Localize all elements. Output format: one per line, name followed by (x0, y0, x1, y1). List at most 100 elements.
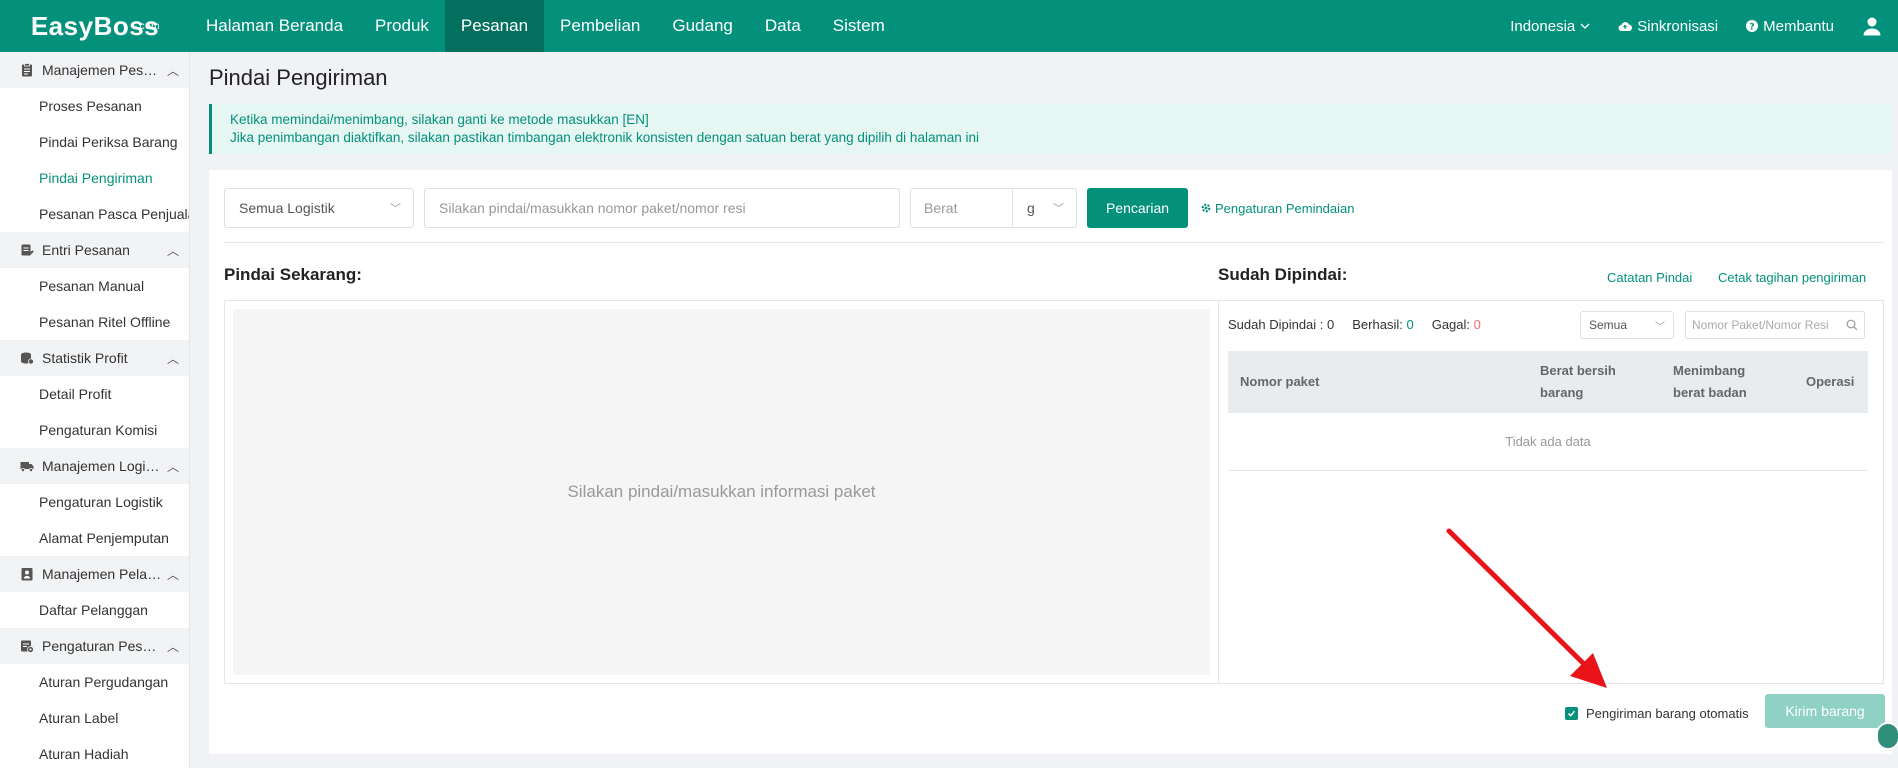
logo-sup: .com (136, 20, 160, 32)
chevron-up-icon: ︿ (166, 639, 179, 654)
stat-scanned: Sudah Dipindai : 0 (1228, 317, 1334, 332)
chevron-up-icon: ︿ (166, 567, 179, 582)
sidebar-item-logistics-settings[interactable]: Pengaturan Logistik (0, 484, 189, 520)
sidebar-group-order-settings[interactable]: Pengaturan Pesanan ︿ (0, 628, 189, 664)
notice-line-2: Jika penimbangan diaktifkan, silakan pas… (230, 130, 979, 145)
assistant-avatar-icon[interactable] (1876, 722, 1898, 750)
scan-package-placeholder: Silakan pindai/masukkan nomor paket/nomo… (439, 200, 746, 216)
language-label: Indonesia (1510, 17, 1576, 35)
scan-stats: Sudah Dipindai : 0 Berhasil: 0 Gagal: 0 (1228, 317, 1481, 332)
nav-orders[interactable]: Pesanan (444, 0, 545, 52)
sidebar-group-label: Pengaturan Pesanan (42, 638, 163, 654)
main-content: Pindai Pengiriman Ketika memindai/menimb… (190, 52, 1898, 768)
checkbox-checked-icon (1565, 706, 1578, 720)
ship-goods-button[interactable]: Kirim barang (1765, 694, 1885, 728)
package-search-input[interactable]: Nomor Paket/Nomor Resi (1685, 311, 1865, 339)
sidebar-item-manual-orders[interactable]: Pesanan Manual (0, 268, 189, 304)
scan-log-link[interactable]: Catatan Pindai (1607, 270, 1692, 285)
scan-notice-banner: Ketika memindai/menimbang, silakan ganti… (209, 104, 1892, 154)
chevron-down-icon: ﹀ (1655, 321, 1665, 333)
user-icon[interactable] (1862, 16, 1882, 36)
scan-package-input[interactable]: Silakan pindai/masukkan nomor paket/nomo… (424, 188, 900, 228)
order-settings-icon (21, 640, 34, 653)
col-weighed-weight: Menimbang berat badan (1673, 363, 1747, 400)
sidebar-item-commission-settings[interactable]: Pengaturan Komisi (0, 412, 189, 448)
chevron-down-icon: ﹀ (390, 203, 401, 215)
clipboard-icon (22, 63, 32, 77)
weight-input-group: Berat g ﹀ (910, 188, 1077, 228)
easyboss-logo[interactable]: EasyBoss .com (0, 11, 190, 42)
auto-ship-label: Pengiriman barang otomatis (1586, 705, 1749, 721)
language-selector[interactable]: Indonesia (1510, 18, 1590, 35)
nav-products[interactable]: Produk (359, 0, 445, 52)
scan-settings-link[interactable]: Pengaturan Pemindaian (1200, 188, 1355, 228)
chevron-up-icon: ︿ (166, 351, 179, 366)
help-circle-icon: ? (1746, 20, 1759, 33)
sidebar-item-profit-detail[interactable]: Detail Profit (0, 376, 189, 412)
stat-fail: Gagal: 0 (1432, 317, 1481, 332)
nav-data[interactable]: Data (749, 0, 817, 52)
sidebar-item-after-sales-orders[interactable]: Pesanan Pasca Penjualan (0, 196, 189, 232)
sidebar-group-logistics-management[interactable]: Manajemen Logistik ︿ (0, 448, 189, 484)
sidebar-item-process-orders[interactable]: Proses Pesanan (0, 88, 189, 124)
stat-scanned-label: Sudah Dipindai : (1228, 317, 1324, 332)
sidebar-item-label-rules[interactable]: Aturan Label (0, 700, 189, 736)
gear-icon (1201, 203, 1211, 213)
auto-ship-checkbox[interactable]: Pengiriman barang otomatis (1565, 698, 1749, 728)
package-search-placeholder: Nomor Paket/Nomor Resi (1692, 318, 1829, 332)
truck-icon (20, 462, 34, 472)
sidebar-group-label: Statistik Profit (42, 350, 128, 366)
help-button[interactable]: ? Membantu (1746, 18, 1834, 35)
page-title: Pindai Pengiriman (209, 65, 388, 90)
nav-warehouse[interactable]: Gudang (656, 0, 749, 52)
cloud-upload-icon (1618, 22, 1633, 32)
status-filter-select[interactable]: Semua ﹀ (1580, 311, 1674, 339)
sidebar-item-warehousing-rules[interactable]: Aturan Pergudangan (0, 664, 189, 700)
search-icon (1846, 319, 1858, 331)
chevron-up-icon: ︿ (166, 243, 179, 258)
nav-purchasing[interactable]: Pembelian (544, 0, 656, 52)
help-label: Membantu (1763, 17, 1834, 35)
scan-now-placeholder: Silakan pindai/masukkan informasi paket (233, 309, 1210, 675)
sidebar-group-label: Entri Pesanan (42, 242, 130, 258)
scanned-panel: Sudah Dipindai : 0 Berhasil: 0 Gagal: 0 … (1218, 300, 1884, 684)
sidebar-group-label: Manajemen Pesanan (42, 62, 163, 78)
sidebar: Manajemen Pesanan ︿ Proses Pesanan Pinda… (0, 52, 190, 768)
logistics-select-value: Semua Logistik (239, 200, 335, 216)
print-shipping-bill-link[interactable]: Cetak tagihan pengiriman (1718, 270, 1866, 285)
weight-unit-select[interactable]: g (1013, 200, 1035, 216)
sidebar-item-offline-retail-orders[interactable]: Pesanan Ritel Offline (0, 304, 189, 340)
top-right-actions: Indonesia Sinkronisasi ? Membantu (1510, 0, 1898, 52)
status-filter-value: Semua (1589, 318, 1628, 332)
stat-success-value: 0 (1406, 317, 1414, 332)
chevron-up-icon: ︿ (166, 459, 179, 474)
search-button[interactable]: Pencarian (1087, 188, 1188, 228)
sidebar-group-order-management[interactable]: Manajemen Pesanan ︿ (0, 52, 189, 88)
scanned-title: Sudah Dipindai: (1218, 265, 1348, 284)
sidebar-group-customer-management[interactable]: Manajemen Pelanggan ︿ (0, 556, 189, 592)
col-package-number: Nomor paket (1240, 374, 1320, 389)
sidebar-item-gift-rules[interactable]: Aturan Hadiah (0, 736, 189, 768)
scan-now-title: Pindai Sekarang: (224, 265, 362, 284)
profit-icon (21, 352, 34, 365)
sidebar-item-scan-shipping[interactable]: Pindai Pengiriman (0, 160, 189, 196)
sidebar-group-profit-statistics[interactable]: Statistik Profit ︿ (0, 340, 189, 376)
chevron-down-icon (1580, 23, 1590, 29)
nav-home[interactable]: Halaman Beranda (190, 0, 359, 52)
scanned-table-header: Nomor paket Berat bersih barang Menimban… (1228, 351, 1868, 413)
logistics-select[interactable]: Semua Logistik ﹀ (224, 188, 414, 228)
divider (224, 242, 1884, 243)
stat-fail-label: Gagal: (1431, 317, 1471, 332)
sidebar-item-pickup-address[interactable]: Alamat Penjemputan (0, 520, 189, 556)
stat-fail-value: 0 (1473, 317, 1481, 332)
sidebar-item-scan-check-goods[interactable]: Pindai Periksa Barang (0, 124, 189, 160)
nav-system[interactable]: Sistem (817, 0, 901, 52)
sidebar-item-customer-list[interactable]: Daftar Pelanggan (0, 592, 189, 628)
sync-button[interactable]: Sinkronisasi (1618, 18, 1718, 35)
scan-now-panel: Silakan pindai/masukkan informasi paket (224, 300, 1219, 684)
svg-text:?: ? (1750, 23, 1755, 33)
sidebar-group-order-entry[interactable]: Entri Pesanan ︿ (0, 232, 189, 268)
scan-settings-label: Pengaturan Pemindaian (1215, 200, 1355, 216)
weight-input[interactable]: Berat (911, 189, 1013, 227)
sync-label: Sinkronisasi (1637, 17, 1719, 35)
